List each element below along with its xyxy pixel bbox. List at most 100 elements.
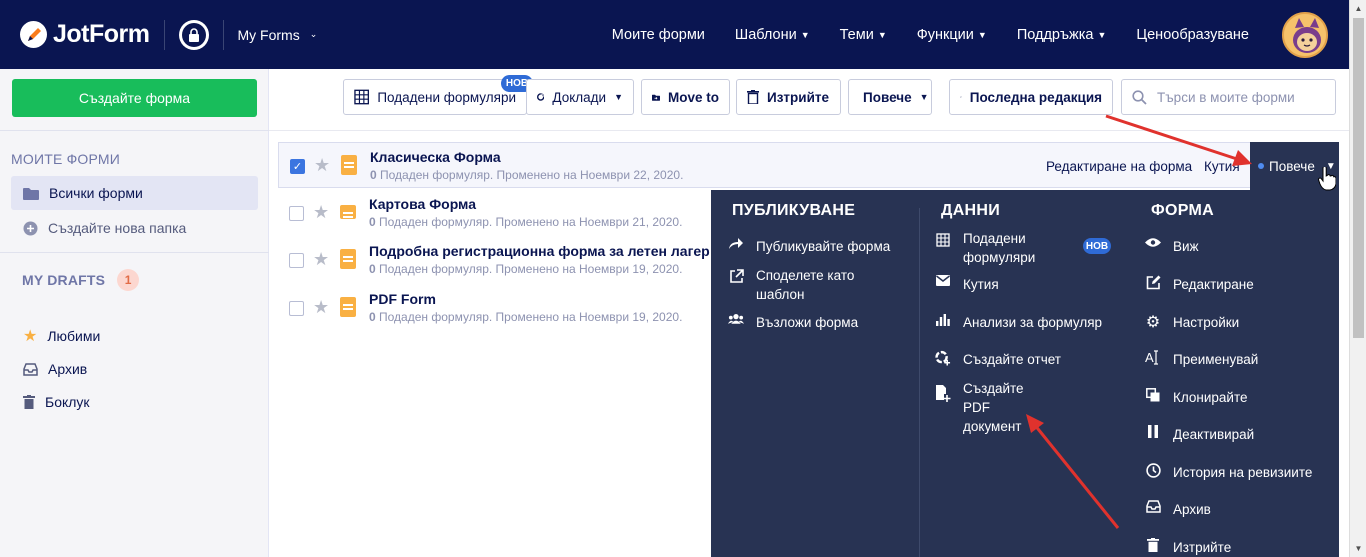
nav-my-forms[interactable]: Моите форми: [612, 27, 705, 43]
trash-icon: [23, 395, 35, 409]
menu-item-rename[interactable]: A Преименувай: [1145, 350, 1258, 369]
menu-item-label: Кутия: [963, 277, 999, 292]
form-title[interactable]: Класическа Форма: [370, 149, 501, 165]
trash-icon: [747, 90, 759, 104]
sidebar-item-label: Архив: [48, 361, 88, 377]
create-form-button[interactable]: Създайте форма: [12, 79, 257, 117]
menu-item-label: Архив: [1173, 502, 1211, 517]
menu-item-assign-form[interactable]: Възложи форма: [728, 313, 858, 332]
menu-item-archive[interactable]: Архив: [1145, 500, 1211, 519]
sort-button[interactable]: Последна редакция: [949, 79, 1113, 115]
jotform-pencil-icon: [20, 21, 47, 48]
delete-button[interactable]: Изтрийте: [736, 79, 841, 115]
drafts-count-badge: 1: [117, 269, 140, 291]
form-icon: [340, 249, 356, 269]
menu-item-edit[interactable]: Редактиране: [1145, 275, 1254, 294]
move-to-button[interactable]: Move to: [641, 79, 730, 115]
row-checkbox[interactable]: [289, 206, 304, 221]
my-forms-heading: МОИТЕ ФОРМИ: [11, 151, 121, 167]
submissions-button[interactable]: Подадени формуляри: [343, 79, 527, 115]
menu-item-label: Възложи форма: [756, 315, 859, 330]
menu-item-label: Преименувай: [1173, 352, 1259, 367]
menu-item-analytics[interactable]: Анализи за формуляр: [935, 313, 1102, 332]
vertical-scrollbar[interactable]: ▲ ▼: [1349, 0, 1366, 557]
sidebar-item-trash[interactable]: Боклук: [11, 385, 258, 419]
row-checkbox[interactable]: [289, 301, 304, 316]
menu-item-label: Подадени формуляри: [963, 231, 1036, 265]
caret-down-icon: ▼: [977, 29, 987, 40]
new-badge: НОВ: [1083, 238, 1111, 254]
header-divider: [222, 19, 224, 50]
sidebar-item-archive[interactable]: Архив: [11, 352, 258, 386]
toolbar-divider: [269, 130, 1349, 131]
star-icon[interactable]: ★: [314, 155, 330, 176]
menu-item-submissions[interactable]: Подадени формуляри: [935, 229, 1055, 267]
nav-features[interactable]: Функции ▼: [917, 27, 987, 43]
menu-item-create-report[interactable]: Създайте отчет: [935, 350, 1061, 369]
reports-icon: [537, 93, 545, 101]
menu-item-label: Редактиране: [1173, 277, 1254, 292]
menu-item-view[interactable]: Виж: [1145, 237, 1199, 256]
sidebar-divider: [0, 252, 269, 253]
star-icon[interactable]: ★: [313, 249, 329, 270]
brand-logo[interactable]: JotForm: [20, 20, 150, 49]
card-form-icon: [340, 205, 356, 219]
form-meta-text: Подаден формуляр. Променено на Ноември 1…: [375, 310, 683, 324]
form-title[interactable]: PDF Form: [369, 291, 436, 307]
submissions-label: Подадени формуляри: [377, 89, 516, 105]
search-box[interactable]: [1121, 79, 1336, 115]
more-actions-button[interactable]: Повече ▼: [848, 79, 932, 115]
scroll-down-icon[interactable]: ▼: [1350, 540, 1366, 557]
menu-item-create-pdf[interactable]: Създайте PDF документ: [935, 379, 1045, 436]
reports-button[interactable]: Доклади ▼: [526, 79, 634, 115]
folder-move-icon: [652, 94, 660, 101]
row-checkbox[interactable]: ✓: [290, 159, 305, 174]
eu-lock-icon[interactable]: [178, 19, 209, 50]
workspace-switcher[interactable]: My Forms ⌄: [238, 27, 318, 43]
user-avatar[interactable]: [1282, 12, 1328, 58]
sidebar: Създайте форма МОИТЕ ФОРМИ Всички форми …: [0, 69, 269, 557]
grid-icon: [354, 89, 370, 105]
scrollbar-thumb[interactable]: [1353, 18, 1364, 338]
form-meta-text: Подаден формуляр. Променено на Ноември 2…: [376, 168, 684, 182]
sidebar-item-new-folder[interactable]: Създайте нова папка: [11, 211, 258, 245]
menu-item-revision-history[interactable]: История на ревизиите: [1145, 463, 1312, 482]
nav-support[interactable]: Поддръжка ▼: [1017, 27, 1107, 43]
form-title[interactable]: Картова Форма: [369, 196, 476, 212]
sidebar-item-label: Боклук: [45, 394, 90, 410]
form-meta: 0 Подаден формуляр. Променено на Ноември…: [369, 215, 682, 229]
nav-templates[interactable]: Шаблони ▼: [735, 27, 810, 43]
external-share-icon: [728, 269, 744, 284]
sidebar-item-label: Създайте нова папка: [48, 220, 187, 236]
drafts-heading: MY DRAFTS 1: [22, 269, 140, 291]
form-icon: [340, 297, 356, 317]
scroll-up-icon[interactable]: ▲: [1350, 0, 1366, 17]
indicator-dot: [1258, 163, 1264, 169]
search-input[interactable]: [1157, 89, 1327, 105]
menu-item-publish-form[interactable]: Публикувайте форма: [728, 237, 890, 256]
menu-item-inbox[interactable]: Кутия: [935, 275, 999, 294]
edit-form-link[interactable]: Редактиране на форма: [1046, 159, 1192, 174]
star-icon[interactable]: ★: [313, 297, 329, 318]
menu-item-share-template[interactable]: Споделете като шаблон: [728, 266, 878, 304]
row-checkbox[interactable]: [289, 253, 304, 268]
header-divider: [163, 19, 165, 50]
menu-item-delete[interactable]: Изтрийте: [1145, 538, 1231, 557]
edit-icon: [1145, 275, 1161, 290]
form-title[interactable]: Подробна регистрационна форма за летен л…: [369, 243, 710, 259]
hand-cursor-icon: [1318, 167, 1336, 191]
inbox-link[interactable]: Кутия: [1204, 159, 1240, 174]
sort-label: Последна редакция: [969, 89, 1102, 105]
inbox-icon: [1145, 500, 1161, 513]
grid-icon: [935, 233, 951, 247]
inbox-icon: [23, 362, 38, 376]
menu-item-disable[interactable]: Деактивирай: [1145, 425, 1254, 444]
nav-themes[interactable]: Теми ▼: [840, 27, 887, 43]
menu-item-settings[interactable]: ⚙ Настройки: [1145, 313, 1239, 332]
sidebar-item-favorites[interactable]: ★ Любими: [11, 319, 258, 353]
menu-item-clone[interactable]: Клонирайте: [1145, 388, 1248, 407]
nav-pricing[interactable]: Ценообразуване: [1136, 27, 1249, 43]
drafts-title: MY DRAFTS: [22, 272, 106, 288]
sidebar-item-all-forms[interactable]: Всички форми: [11, 176, 258, 210]
star-icon[interactable]: ★: [313, 202, 329, 223]
